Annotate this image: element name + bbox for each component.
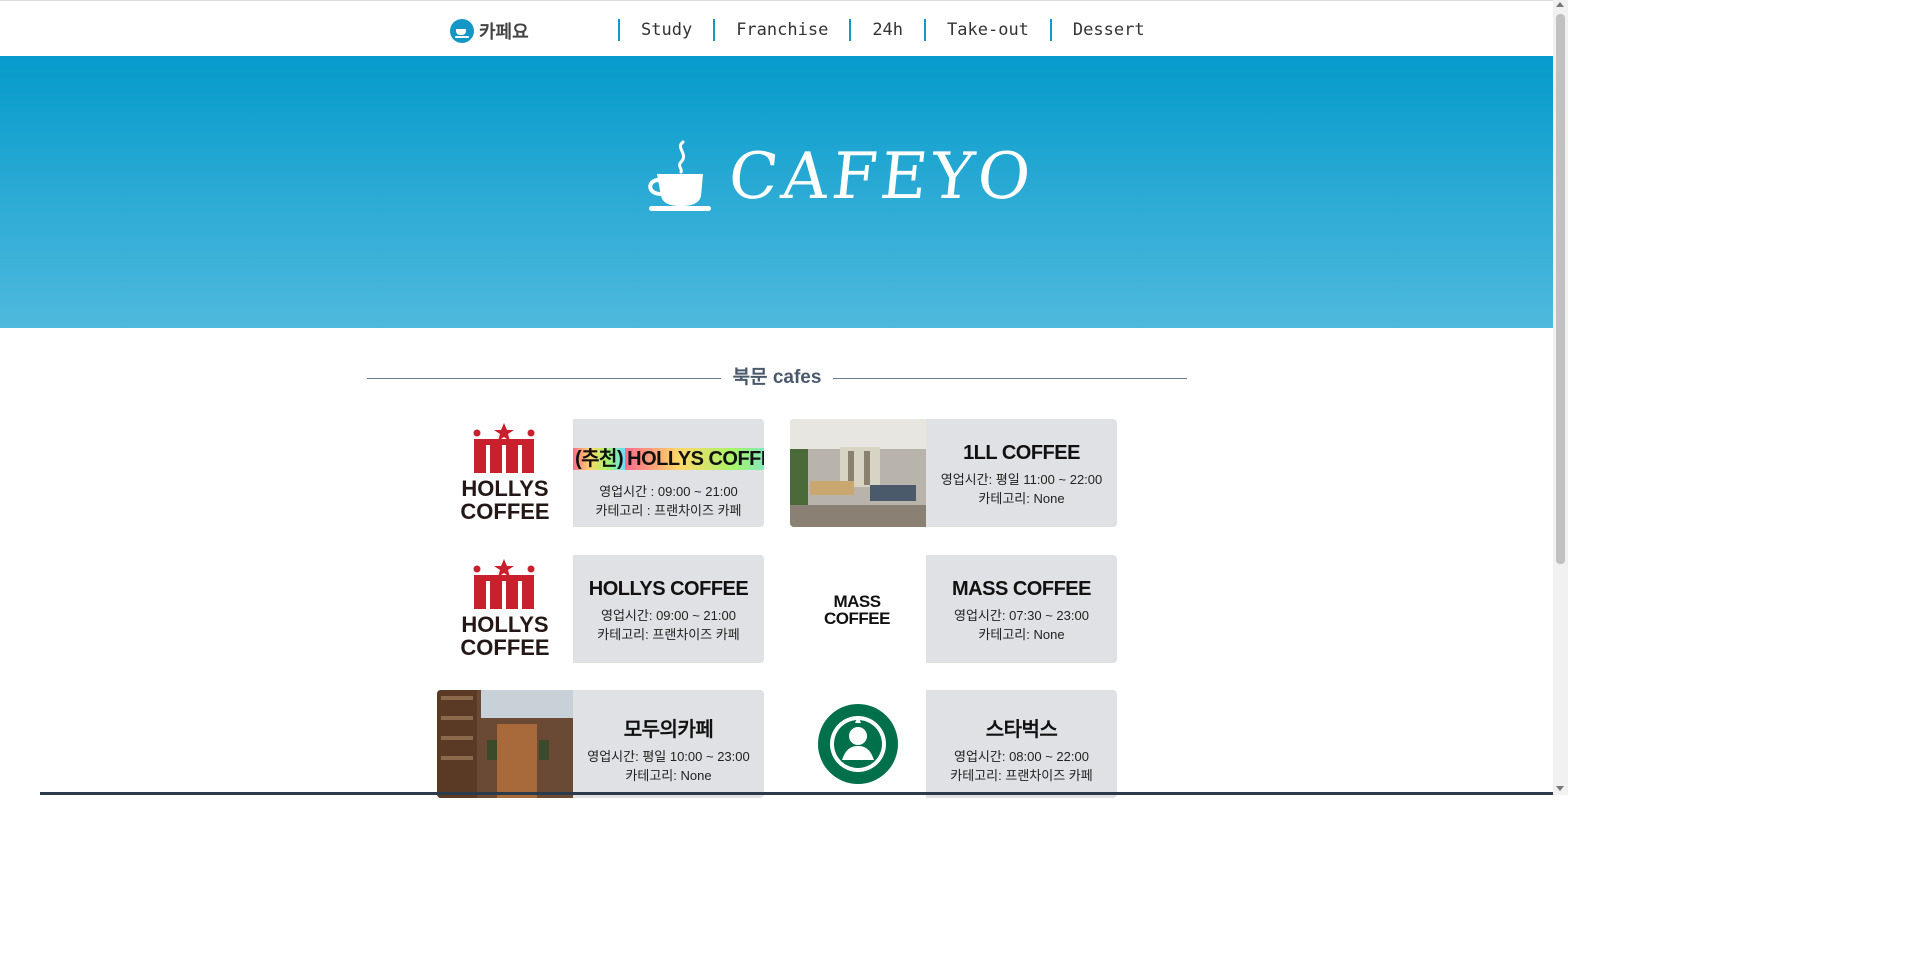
cafe-card[interactable]: HOLLYS COFFEE (추천)HOLLYS COFFEE 영업시간 : 0…	[437, 419, 764, 527]
cafe-hours: 영업시간: 평일 11:00 ~ 22:00	[940, 472, 1103, 487]
logo-text: 카페요	[479, 22, 529, 43]
cafe-hours: 영업시간: 09:00 ~ 21:00	[601, 608, 736, 623]
cafe-category: 카테고리 : 프랜차이즈 카페	[595, 503, 742, 518]
cafe-name: 1LL COFFEE	[963, 442, 1080, 464]
top-navbar: 카페요 Study Franchise 24h Take-out Dessert	[0, 0, 1553, 57]
cafe-category: 카테고리: None	[978, 491, 1065, 506]
coffee-cup-icon	[450, 19, 474, 43]
brand-logo-text: MASS COFFEE	[824, 592, 890, 628]
cafe-category: 카테고리: None	[625, 768, 712, 783]
scroll-up-icon[interactable]	[1556, 2, 1564, 7]
cafe-hours: 영업시간: 08:00 ~ 22:00	[954, 749, 1089, 764]
nav-item-dessert[interactable]: Dessert	[1049, 19, 1166, 41]
cafe-hours: 영업시간 : 09:00 ~ 21:00	[599, 484, 738, 499]
cafe-category: 카테고리: 프랜차이즈 카페	[950, 768, 1093, 783]
cafe-card-info: (추천)HOLLYS COFFEE 영업시간 : 09:00 ~ 21:00 카…	[573, 419, 764, 527]
interior-photo-graphic	[790, 419, 926, 527]
cafe-name: MASS COFFEE	[952, 578, 1091, 600]
cafe-card-info: 스타벅스 영업시간: 08:00 ~ 22:00 카테고리: 프랜차이즈 카페	[926, 690, 1117, 798]
cafe-card-info: 1LL COFFEE 영업시간: 평일 11:00 ~ 22:00 카테고리: …	[926, 419, 1117, 527]
cafe-category: 카테고리: 프랜차이즈 카페	[597, 627, 740, 642]
hollys-logo-image: HOLLYS COFFEE	[437, 419, 573, 527]
cafe-card-info: MASS COFFEE 영업시간: 07:30 ~ 23:00 카테고리: No…	[926, 555, 1117, 663]
cafe-category: 카테고리: None	[978, 627, 1065, 642]
scrollbar-thumb[interactable]	[1556, 14, 1565, 564]
mass-coffee-logo-image: MASS COFFEE	[790, 555, 926, 663]
cafe-card[interactable]: 스타벅스 영업시간: 08:00 ~ 22:00 카테고리: 프랜차이즈 카페	[790, 690, 1117, 798]
section-title: 북문 cafes	[732, 367, 822, 388]
cafe-card[interactable]: HOLLYS COFFEE HOLLYS COFFEE 영업시간: 09:00 …	[437, 555, 764, 663]
coffee-cup-icon	[648, 140, 711, 211]
siren-icon	[818, 704, 898, 784]
cafe-name: 스타벅스	[985, 719, 1058, 741]
hero-banner: CAFEYO	[0, 56, 1553, 328]
cafe-card[interactable]: 모두의카페 영업시간: 평일 10:00 ~ 23:00 카테고리: None	[437, 690, 764, 798]
cafe-card[interactable]: 1LL COFFEE 영업시간: 평일 11:00 ~ 22:00 카테고리: …	[790, 419, 1117, 527]
cafe-hours: 영업시간: 평일 10:00 ~ 23:00	[587, 749, 750, 764]
brand-logo-text: HOLLYS COFFEE	[460, 612, 550, 660]
recommended-tag: (추천)	[573, 448, 626, 470]
hollys-logo-image: HOLLYS COFFEE	[437, 555, 573, 663]
brand-logo-text: HOLLYS COFFEE	[460, 476, 550, 524]
vertical-scrollbar[interactable]	[1553, 0, 1568, 795]
section-header: 북문 cafes	[367, 360, 1187, 390]
library-photo-graphic	[437, 690, 573, 798]
bottom-border	[40, 792, 1553, 795]
nav-item-24h[interactable]: 24h	[849, 19, 924, 41]
scroll-down-icon[interactable]	[1556, 786, 1564, 791]
hero-title: CAFEYO	[725, 140, 1038, 214]
library-cafe-photo	[437, 690, 573, 798]
starbucks-logo-image	[790, 690, 926, 798]
cafe-card-info: HOLLYS COFFEE 영업시간: 09:00 ~ 21:00 카테고리: …	[573, 555, 764, 663]
cafe-card[interactable]: MASS COFFEE MASS COFFEE 영업시간: 07:30 ~ 23…	[790, 555, 1117, 663]
cafe-name-text: HOLLYS COFFEE	[625, 448, 764, 470]
nav-item-study[interactable]: Study	[618, 19, 713, 41]
section-divider-left	[367, 378, 721, 379]
cafe-interior-photo	[790, 419, 926, 527]
site-logo[interactable]: 카페요	[450, 18, 529, 44]
nav-item-franchise[interactable]: Franchise	[713, 19, 849, 41]
hero-logo: CAFEYO	[645, 140, 1038, 214]
cafe-card-info: 모두의카페 영업시간: 평일 10:00 ~ 23:00 카테고리: None	[573, 690, 764, 798]
cafe-name: (추천)HOLLYS COFFEE	[573, 442, 764, 471]
section-divider-right	[833, 378, 1187, 379]
cafe-name: HOLLYS COFFEE	[588, 578, 749, 600]
main-nav: Study Franchise 24h Take-out Dessert	[618, 19, 1166, 41]
nav-item-takeout[interactable]: Take-out	[924, 19, 1050, 41]
cafe-name: 모두의카페	[623, 719, 714, 741]
cafe-hours: 영업시간: 07:30 ~ 23:00	[954, 608, 1089, 623]
